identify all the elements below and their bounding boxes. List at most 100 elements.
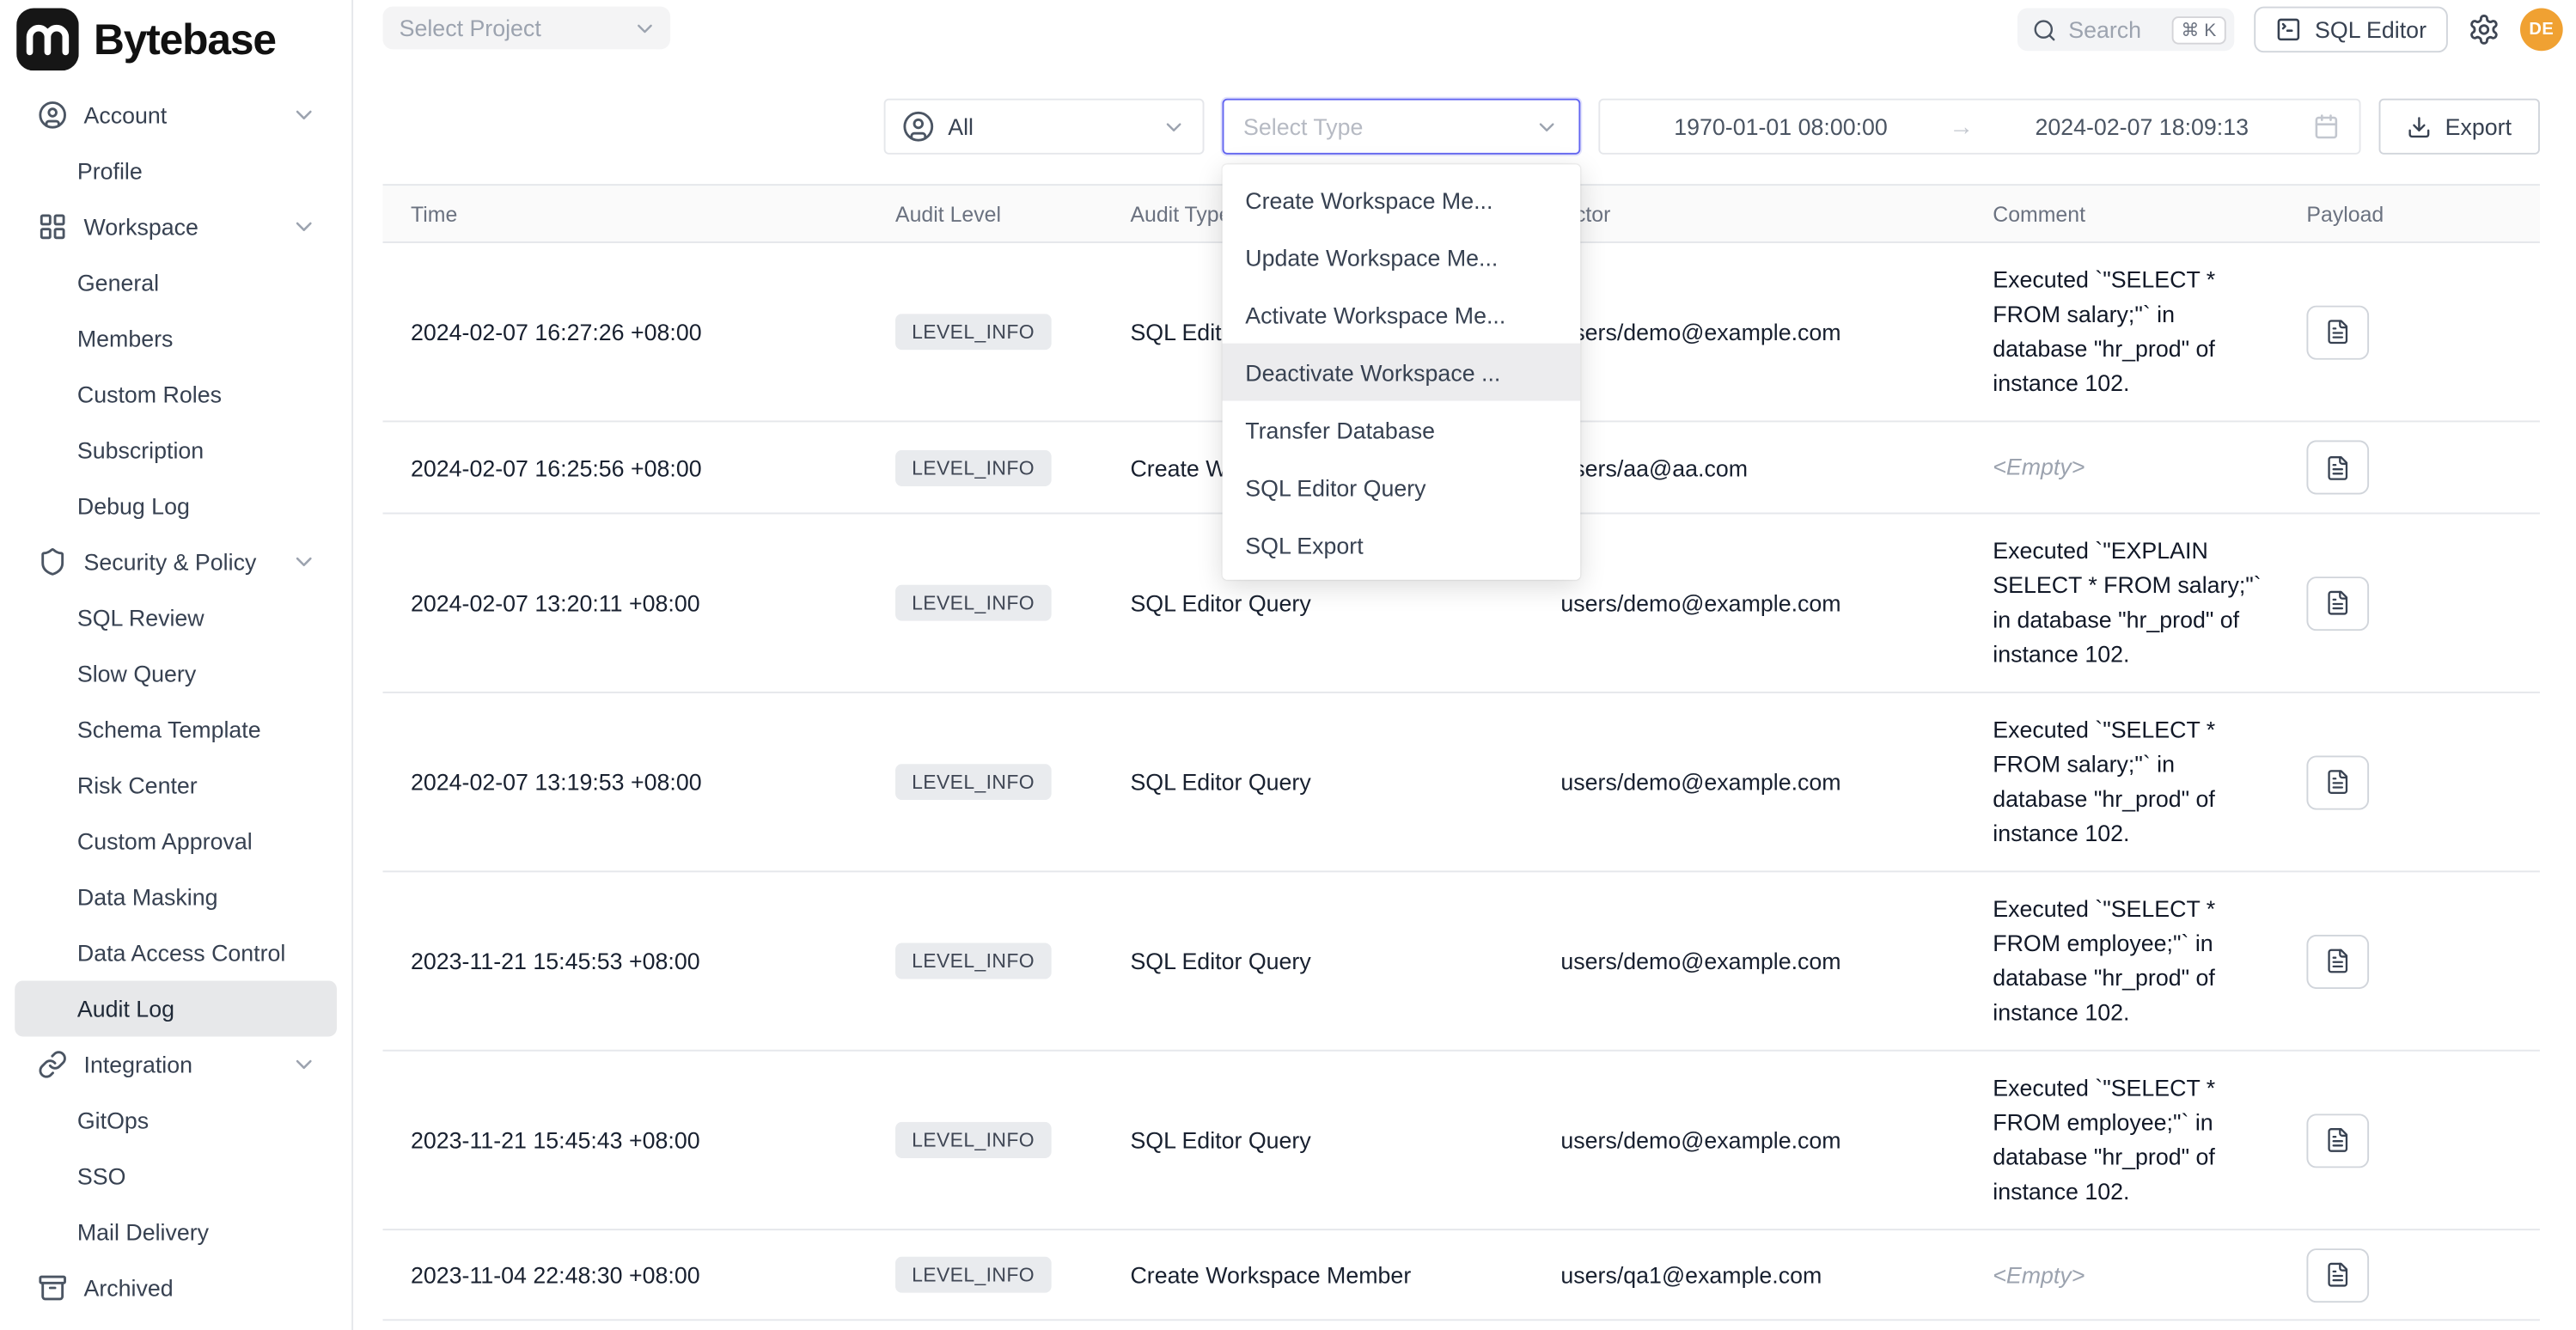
- table-row: 2023-11-21 15:45:53 +08:00 LEVEL_INFO SQ…: [382, 872, 2539, 1051]
- project-select-value: Select Project: [400, 15, 541, 41]
- type-cell: SQL Editor Query: [1117, 1127, 1544, 1154]
- payload-button[interactable]: [2306, 1113, 2369, 1167]
- topbar-right: Search ⌘ K SQL Editor DE: [2017, 7, 2563, 53]
- level-badge: LEVEL_INFO: [895, 943, 1051, 979]
- sidebar-item-label: Custom Roles: [77, 381, 337, 408]
- sidebar-item-members[interactable]: Members: [15, 310, 337, 366]
- sidebar-item-custom-roles[interactable]: Custom Roles: [15, 366, 337, 422]
- terminal-icon: [2275, 16, 2302, 43]
- time-cell: 2024-02-07 16:25:56 +08:00: [382, 455, 870, 481]
- time-cell: 2023-11-21 15:45:53 +08:00: [382, 948, 870, 974]
- archive-icon: [38, 1273, 67, 1303]
- sidebar: Bytebase Account Profile Workspace Gener…: [0, 0, 353, 1330]
- payload-button[interactable]: [2306, 305, 2369, 359]
- export-label: Export: [2445, 113, 2512, 140]
- sidebar-item-security-policy[interactable]: Security & Policy: [15, 534, 337, 589]
- payload-button[interactable]: [2306, 576, 2369, 630]
- type-filter-select[interactable]: Select Type: [1222, 99, 1579, 155]
- sidebar-item-archived[interactable]: Archived: [15, 1260, 337, 1315]
- sidebar-item-label: Custom Approval: [77, 828, 337, 855]
- level-badge: LEVEL_INFO: [895, 314, 1051, 350]
- sidebar-item-label: SQL Review: [77, 605, 337, 631]
- link-icon: [38, 1050, 67, 1079]
- sidebar-item-account[interactable]: Account: [15, 87, 337, 143]
- file-icon: [2324, 948, 2351, 974]
- sidebar-item-label: Mail Delivery: [77, 1219, 337, 1246]
- payload-button[interactable]: [2306, 934, 2369, 988]
- sidebar-item-gitops[interactable]: GitOps: [15, 1092, 337, 1148]
- sidebar-item-slow-query[interactable]: Slow Query: [15, 645, 337, 701]
- shield-icon: [38, 547, 67, 577]
- export-button[interactable]: Export: [2379, 99, 2540, 155]
- actor-cell: users/demo@example.com: [1544, 319, 1971, 345]
- sidebar-item-label: Security & Policy: [84, 549, 275, 576]
- date-range-picker[interactable]: 1970-01-01 08:00:00 → 2024-02-07 18:09:1…: [1598, 99, 2361, 155]
- level-badge: LEVEL_INFO: [895, 1122, 1051, 1158]
- filter-bar: All Select Type 1970-01-01 08:00:00 → 20…: [382, 99, 2539, 155]
- time-cell: 2024-02-07 13:19:53 +08:00: [382, 769, 870, 796]
- sidebar-item-label: Risk Center: [77, 772, 337, 799]
- menu-item-transfer-database[interactable]: Transfer Database: [1223, 401, 1581, 459]
- table-row: 2023-11-21 15:45:43 +08:00 LEVEL_INFO SQ…: [382, 1052, 2539, 1230]
- search-input[interactable]: Search ⌘ K: [2017, 9, 2234, 52]
- sidebar-item-subscription[interactable]: Subscription: [15, 422, 337, 478]
- menu-item-create-workspace-member[interactable]: Create Workspace Me...: [1223, 171, 1581, 229]
- avatar[interactable]: DE: [2520, 9, 2563, 52]
- sidebar-item-profile[interactable]: Profile: [15, 143, 337, 198]
- actor-filter-select[interactable]: All: [884, 99, 1204, 155]
- grid-icon: [38, 212, 67, 241]
- project-select[interactable]: Select Project: [382, 7, 670, 50]
- sidebar-item-sso[interactable]: SSO: [15, 1148, 337, 1204]
- sidebar-item-label: Schema Template: [77, 717, 337, 743]
- arrow-right-icon: →: [1943, 113, 1981, 141]
- sidebar-item-label: Slow Query: [77, 661, 337, 687]
- sidebar-item-label: Audit Log: [77, 996, 337, 1022]
- actor-cell: users/demo@example.com: [1544, 769, 1971, 796]
- sidebar-item-data-access-control[interactable]: Data Access Control: [15, 924, 337, 980]
- sidebar-item-label: Workspace: [84, 214, 275, 241]
- payload-button[interactable]: [2306, 1248, 2369, 1302]
- sidebar-item-label: General: [77, 270, 337, 296]
- payload-button[interactable]: [2306, 755, 2369, 809]
- sidebar-item-sql-review[interactable]: SQL Review: [15, 589, 337, 645]
- sidebar-item-custom-approval[interactable]: Custom Approval: [15, 813, 337, 869]
- brand-logo[interactable]: Bytebase: [0, 0, 351, 77]
- calendar-icon: [2313, 113, 2340, 140]
- sidebar-item-schema-template[interactable]: Schema Template: [15, 701, 337, 757]
- file-icon: [2324, 589, 2351, 616]
- topbar: Select Project Search ⌘ K SQL Editor DE: [353, 0, 2576, 79]
- sql-editor-button[interactable]: SQL Editor: [2254, 7, 2448, 53]
- type-filter-menu: Create Workspace Me... Update Workspace …: [1223, 164, 1581, 580]
- sidebar-item-label: GitOps: [77, 1107, 337, 1134]
- level-badge: LEVEL_INFO: [895, 585, 1051, 621]
- menu-item-update-workspace-member[interactable]: Update Workspace Me...: [1223, 229, 1581, 286]
- search-icon: [2032, 17, 2057, 42]
- menu-item-activate-workspace-member[interactable]: Activate Workspace Me...: [1223, 286, 1581, 344]
- sidebar-item-label: Data Access Control: [77, 940, 337, 967]
- payload-button[interactable]: [2306, 440, 2369, 494]
- sidebar-item-risk-center[interactable]: Risk Center: [15, 757, 337, 813]
- sidebar-item-workspace[interactable]: Workspace: [15, 198, 337, 254]
- table-row: 2023-11-04 21:26:24 +08:00 LEVEL_INFO SQ…: [382, 1321, 2539, 1330]
- search-placeholder: Search: [2068, 16, 2141, 43]
- chevron-down-icon: [632, 15, 657, 40]
- column-header-time: Time: [382, 201, 870, 226]
- search-shortcut: ⌘ K: [2171, 15, 2226, 44]
- time-cell: 2023-11-04 22:48:30 +08:00: [382, 1261, 870, 1288]
- sidebar-item-debug-log[interactable]: Debug Log: [15, 478, 337, 534]
- comment-cell: Executed `"SELECT * FROM employee;"` in …: [1971, 1052, 2283, 1229]
- sidebar-item-general[interactable]: General: [15, 254, 337, 310]
- sidebar-item-integration[interactable]: Integration: [15, 1036, 337, 1092]
- sidebar-item-audit-log[interactable]: Audit Log: [15, 980, 337, 1036]
- sidebar-item-mail-delivery[interactable]: Mail Delivery: [15, 1204, 337, 1260]
- gear-icon[interactable]: [2468, 13, 2500, 46]
- comment-cell: Executed `"SELECT * FROM employee;"` in …: [1971, 872, 2283, 1049]
- file-icon: [2324, 319, 2351, 345]
- menu-item-deactivate-workspace-member[interactable]: Deactivate Workspace ...: [1223, 344, 1581, 401]
- column-header-audit-level: Audit Level: [870, 201, 1117, 226]
- sidebar-item-label: Account: [84, 102, 275, 129]
- menu-item-sql-editor-query[interactable]: SQL Editor Query: [1223, 458, 1581, 516]
- actor-cell: users/demo@example.com: [1544, 589, 1971, 616]
- menu-item-sql-export[interactable]: SQL Export: [1223, 516, 1581, 573]
- sidebar-item-data-masking[interactable]: Data Masking: [15, 869, 337, 924]
